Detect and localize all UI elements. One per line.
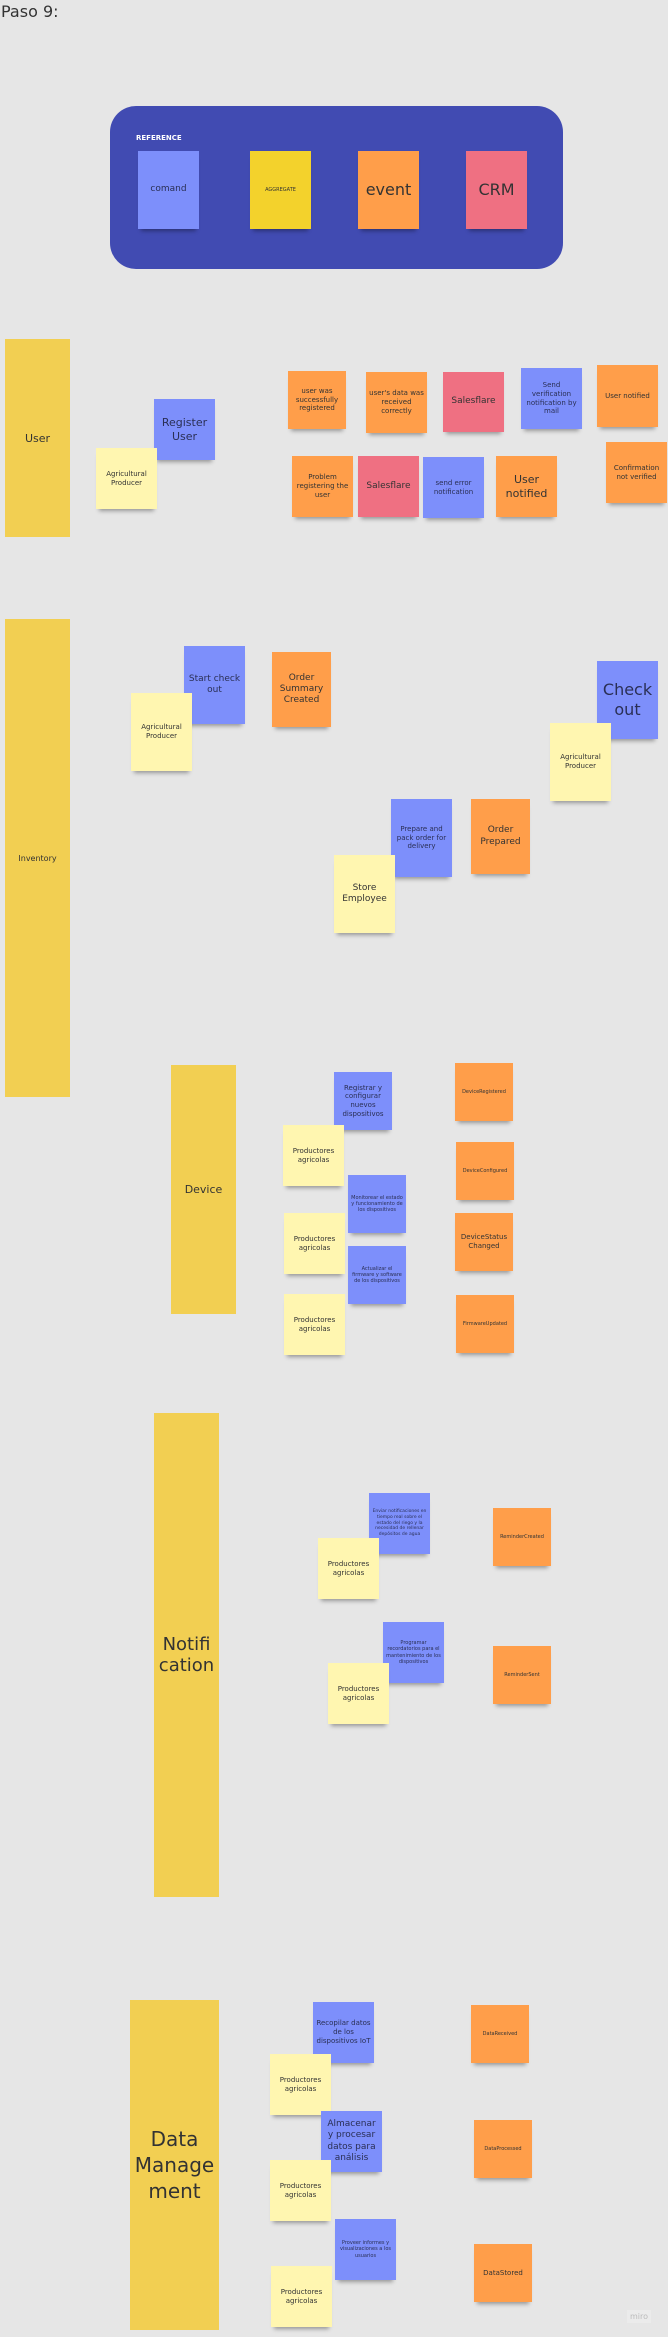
actor-note[interactable]: Productores agricolas <box>283 1125 344 1186</box>
legend-aggregate-note[interactable]: AGGREGATE <box>250 151 311 229</box>
event-note[interactable]: user was successfully registered <box>288 371 346 429</box>
lane-notification[interactable]: Notifi cation <box>154 1413 219 1897</box>
command-note[interactable]: send error notification <box>423 457 484 518</box>
actor-note[interactable]: Productores agricolas <box>284 1294 345 1355</box>
command-note[interactable]: Register User <box>154 399 215 460</box>
actor-note[interactable]: Productores agricolas <box>284 1213 345 1274</box>
event-note[interactable]: ReminderSent <box>493 1646 551 1704</box>
event-note[interactable]: Order Summary Created <box>272 652 331 727</box>
event-note[interactable]: DataReceived <box>471 2005 529 2063</box>
actor-note[interactable]: Productores agricolas <box>270 2160 331 2221</box>
actor-note[interactable]: Productores agricolas <box>271 2266 332 2327</box>
event-note[interactable]: Order Prepared <box>471 799 530 874</box>
lane-inventory[interactable]: Inventory <box>5 619 70 1097</box>
event-note[interactable]: User notified <box>597 365 658 427</box>
reference-label: REFERENCE <box>136 134 182 142</box>
page-title: Paso 9: <box>1 2 59 21</box>
command-note[interactable]: Programar recordatorios para el mantenim… <box>383 1622 444 1683</box>
command-note[interactable]: Send verification notification by mail <box>521 368 582 429</box>
event-note[interactable]: Confirmation not verified <box>606 442 667 503</box>
command-note[interactable]: Proveer informes y visualizaciones a los… <box>335 2219 396 2280</box>
actor-note[interactable]: Agricultural Producer <box>96 448 157 509</box>
lane-device[interactable]: Device <box>171 1065 236 1314</box>
lane-user[interactable]: User <box>5 339 70 537</box>
event-note[interactable]: FirmwareUpdated <box>456 1295 514 1353</box>
crm-note[interactable]: Salesflare <box>443 372 504 432</box>
legend-crm-note[interactable]: CRM <box>466 151 527 229</box>
command-note[interactable]: Monitorear el estado y funcionamiento de… <box>348 1175 406 1233</box>
crm-note[interactable]: Salesflare <box>358 456 419 517</box>
actor-note[interactable]: Productores agricolas <box>318 1538 379 1599</box>
actor-note[interactable]: Store Employee <box>334 855 395 933</box>
command-note[interactable]: Registrar y configurar nuevos dispositiv… <box>334 1072 392 1130</box>
lane-data-management[interactable]: Data Manage ment <box>130 2000 219 2330</box>
command-note[interactable]: Actualizar el firmware y software de los… <box>348 1246 406 1304</box>
event-note[interactable]: ReminderCreated <box>493 1508 551 1566</box>
command-note[interactable]: Start check out <box>184 646 245 724</box>
legend-command-note[interactable]: comand <box>138 151 199 229</box>
actor-note[interactable]: Productores agricolas <box>270 2054 331 2115</box>
event-note[interactable]: DeviceConfigured <box>456 1142 514 1200</box>
miro-watermark: miro <box>627 2310 652 2323</box>
event-note[interactable]: Problem registering the user <box>292 456 353 517</box>
actor-note[interactable]: Agricultural Producer <box>131 693 192 771</box>
actor-note[interactable]: Productores agricolas <box>328 1663 389 1724</box>
event-note[interactable]: DataStored <box>474 2244 532 2302</box>
event-note[interactable]: User notified <box>496 456 557 517</box>
command-note[interactable]: Prepare and pack order for delivery <box>391 799 452 877</box>
event-note[interactable]: user's data was received correctly <box>366 372 427 433</box>
event-note[interactable]: DataProcessed <box>474 2120 532 2178</box>
event-note[interactable]: DeviceStatus Changed <box>455 1213 513 1271</box>
legend-event-note[interactable]: event <box>358 151 419 229</box>
actor-note[interactable]: Agricultural Producer <box>550 723 611 801</box>
event-note[interactable]: DeviceRegistered <box>455 1063 513 1121</box>
